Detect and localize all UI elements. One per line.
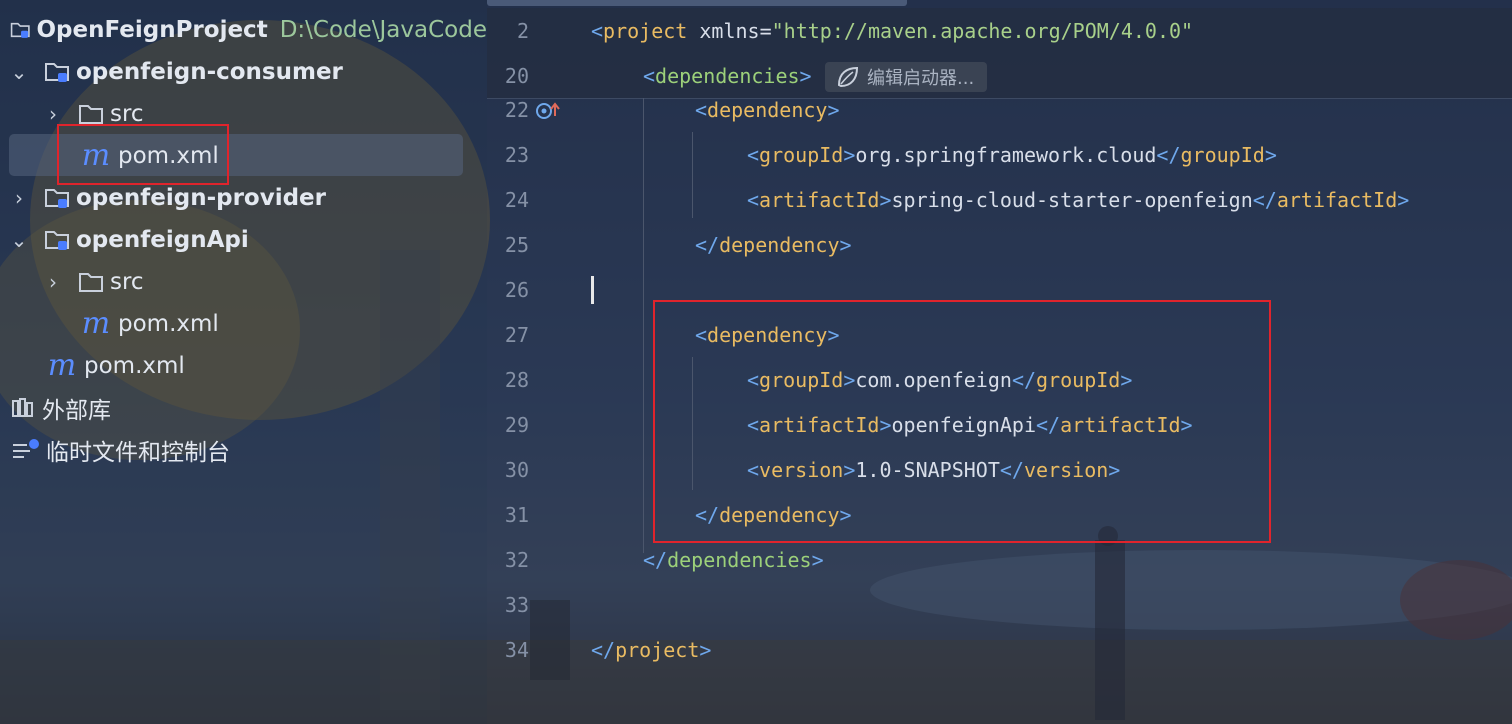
line-number[interactable]: 34 <box>487 628 529 672</box>
file-name: pom.xml <box>84 353 185 379</box>
code-text: <artifactId>spring-cloud-starter-openfei… <box>747 188 1410 212</box>
code-editor[interactable]: 2 <project xmlns="http://maven.apache.org… <box>487 0 1512 724</box>
module-name: openfeign-provider <box>76 185 327 211</box>
horizontal-scrollbar[interactable] <box>487 0 907 6</box>
tree-item-external-libraries[interactable]: 外部库 <box>8 387 495 429</box>
code-text: </dependencies> <box>643 548 824 572</box>
code-text: <project xmlns="http://maven.apache.org/… <box>591 19 1194 43</box>
scratches-icon <box>13 439 39 458</box>
module-folder-icon <box>45 231 69 250</box>
tree-item-openfeignApi[interactable]: ⌄ openfeignApi <box>8 219 495 261</box>
line-number[interactable]: 31 <box>487 493 529 537</box>
line-number[interactable]: 22 <box>487 88 529 132</box>
module-name: openfeignApi <box>76 227 249 253</box>
module-folder-icon <box>45 189 69 208</box>
external-libs-label: 外部库 <box>42 398 111 424</box>
line-number[interactable]: 23 <box>487 133 529 177</box>
line-number[interactable]: 25 <box>487 223 529 267</box>
chevron-right-icon[interactable]: › <box>8 186 30 210</box>
scratches-label: 临时文件和控制台 <box>46 440 230 466</box>
module-folder-icon <box>10 22 30 38</box>
code-line[interactable]: 32 </dependencies> <box>487 538 1512 582</box>
maven-icon: m <box>81 306 111 341</box>
tree-item-scratches[interactable]: 临时文件和控制台 <box>8 429 495 471</box>
code-line[interactable]: 22 <dependency> <box>487 88 1512 132</box>
highlight-box-pom <box>57 124 229 185</box>
line-number[interactable]: 28 <box>487 358 529 402</box>
tree-item-api-src[interactable]: › src <box>42 261 529 303</box>
folder-icon <box>79 105 103 124</box>
project-path: D:\Code\JavaCode <box>279 17 487 43</box>
code-text: </project> <box>591 638 712 662</box>
tree-item-root[interactable]: OpenFeignProject D:\Code\JavaCode <box>0 9 487 51</box>
override-gutter-icon[interactable] <box>535 100 563 122</box>
chevron-down-icon[interactable]: ⌄ <box>8 228 30 252</box>
edit-starters-hint[interactable]: 编辑启动器... <box>825 62 987 92</box>
line-number[interactable]: 30 <box>487 448 529 492</box>
code-text: </dependency> <box>695 233 852 257</box>
project-name: OpenFeignProject <box>36 17 268 43</box>
code-text: <groupId>org.springframework.cloud</grou… <box>747 143 1277 167</box>
module-folder-icon <box>45 63 69 82</box>
line-number[interactable]: 2 <box>487 9 529 53</box>
code-line[interactable]: 34 </project> <box>487 628 1512 672</box>
spring-leaf-icon <box>837 66 859 88</box>
code-line[interactable]: 24 <artifactId>spring-cloud-starter-openf… <box>487 178 1512 222</box>
line-number[interactable]: 27 <box>487 313 529 357</box>
line-number[interactable]: 33 <box>487 583 529 627</box>
line-number[interactable]: 29 <box>487 403 529 447</box>
project-tree: OpenFeignProject D:\Code\JavaCode ⌄ open… <box>0 0 487 724</box>
tree-item-root-pom[interactable]: m pom.xml <box>42 345 529 387</box>
code-line[interactable]: 33 <box>487 583 1512 627</box>
code-line[interactable]: 2 <project xmlns="http://maven.apache.org… <box>487 9 1512 53</box>
folder-icon <box>79 273 103 292</box>
tree-item-openfeign-consumer[interactable]: ⌄ openfeign-consumer <box>8 51 495 93</box>
library-icon <box>12 398 33 417</box>
module-name: openfeign-consumer <box>76 59 343 85</box>
code-line[interactable]: 25 </dependency> <box>487 223 1512 267</box>
maven-icon: m <box>47 348 77 383</box>
folder-name: src <box>110 269 144 295</box>
code-text: <dependency> <box>695 98 840 122</box>
text-caret <box>591 276 594 304</box>
file-name: pom.xml <box>118 311 219 337</box>
line-number[interactable]: 32 <box>487 538 529 582</box>
code-line[interactable]: 23 <groupId>org.springframework.cloud</gr… <box>487 133 1512 177</box>
chevron-right-icon[interactable]: › <box>42 270 64 294</box>
chevron-down-icon[interactable]: ⌄ <box>8 60 30 84</box>
edit-starters-label: 编辑启动器... <box>867 68 975 89</box>
highlight-box-dependency <box>653 300 1271 543</box>
chevron-right-icon[interactable]: › <box>42 102 64 126</box>
line-number[interactable]: 24 <box>487 178 529 222</box>
line-number[interactable]: 26 <box>487 268 529 312</box>
